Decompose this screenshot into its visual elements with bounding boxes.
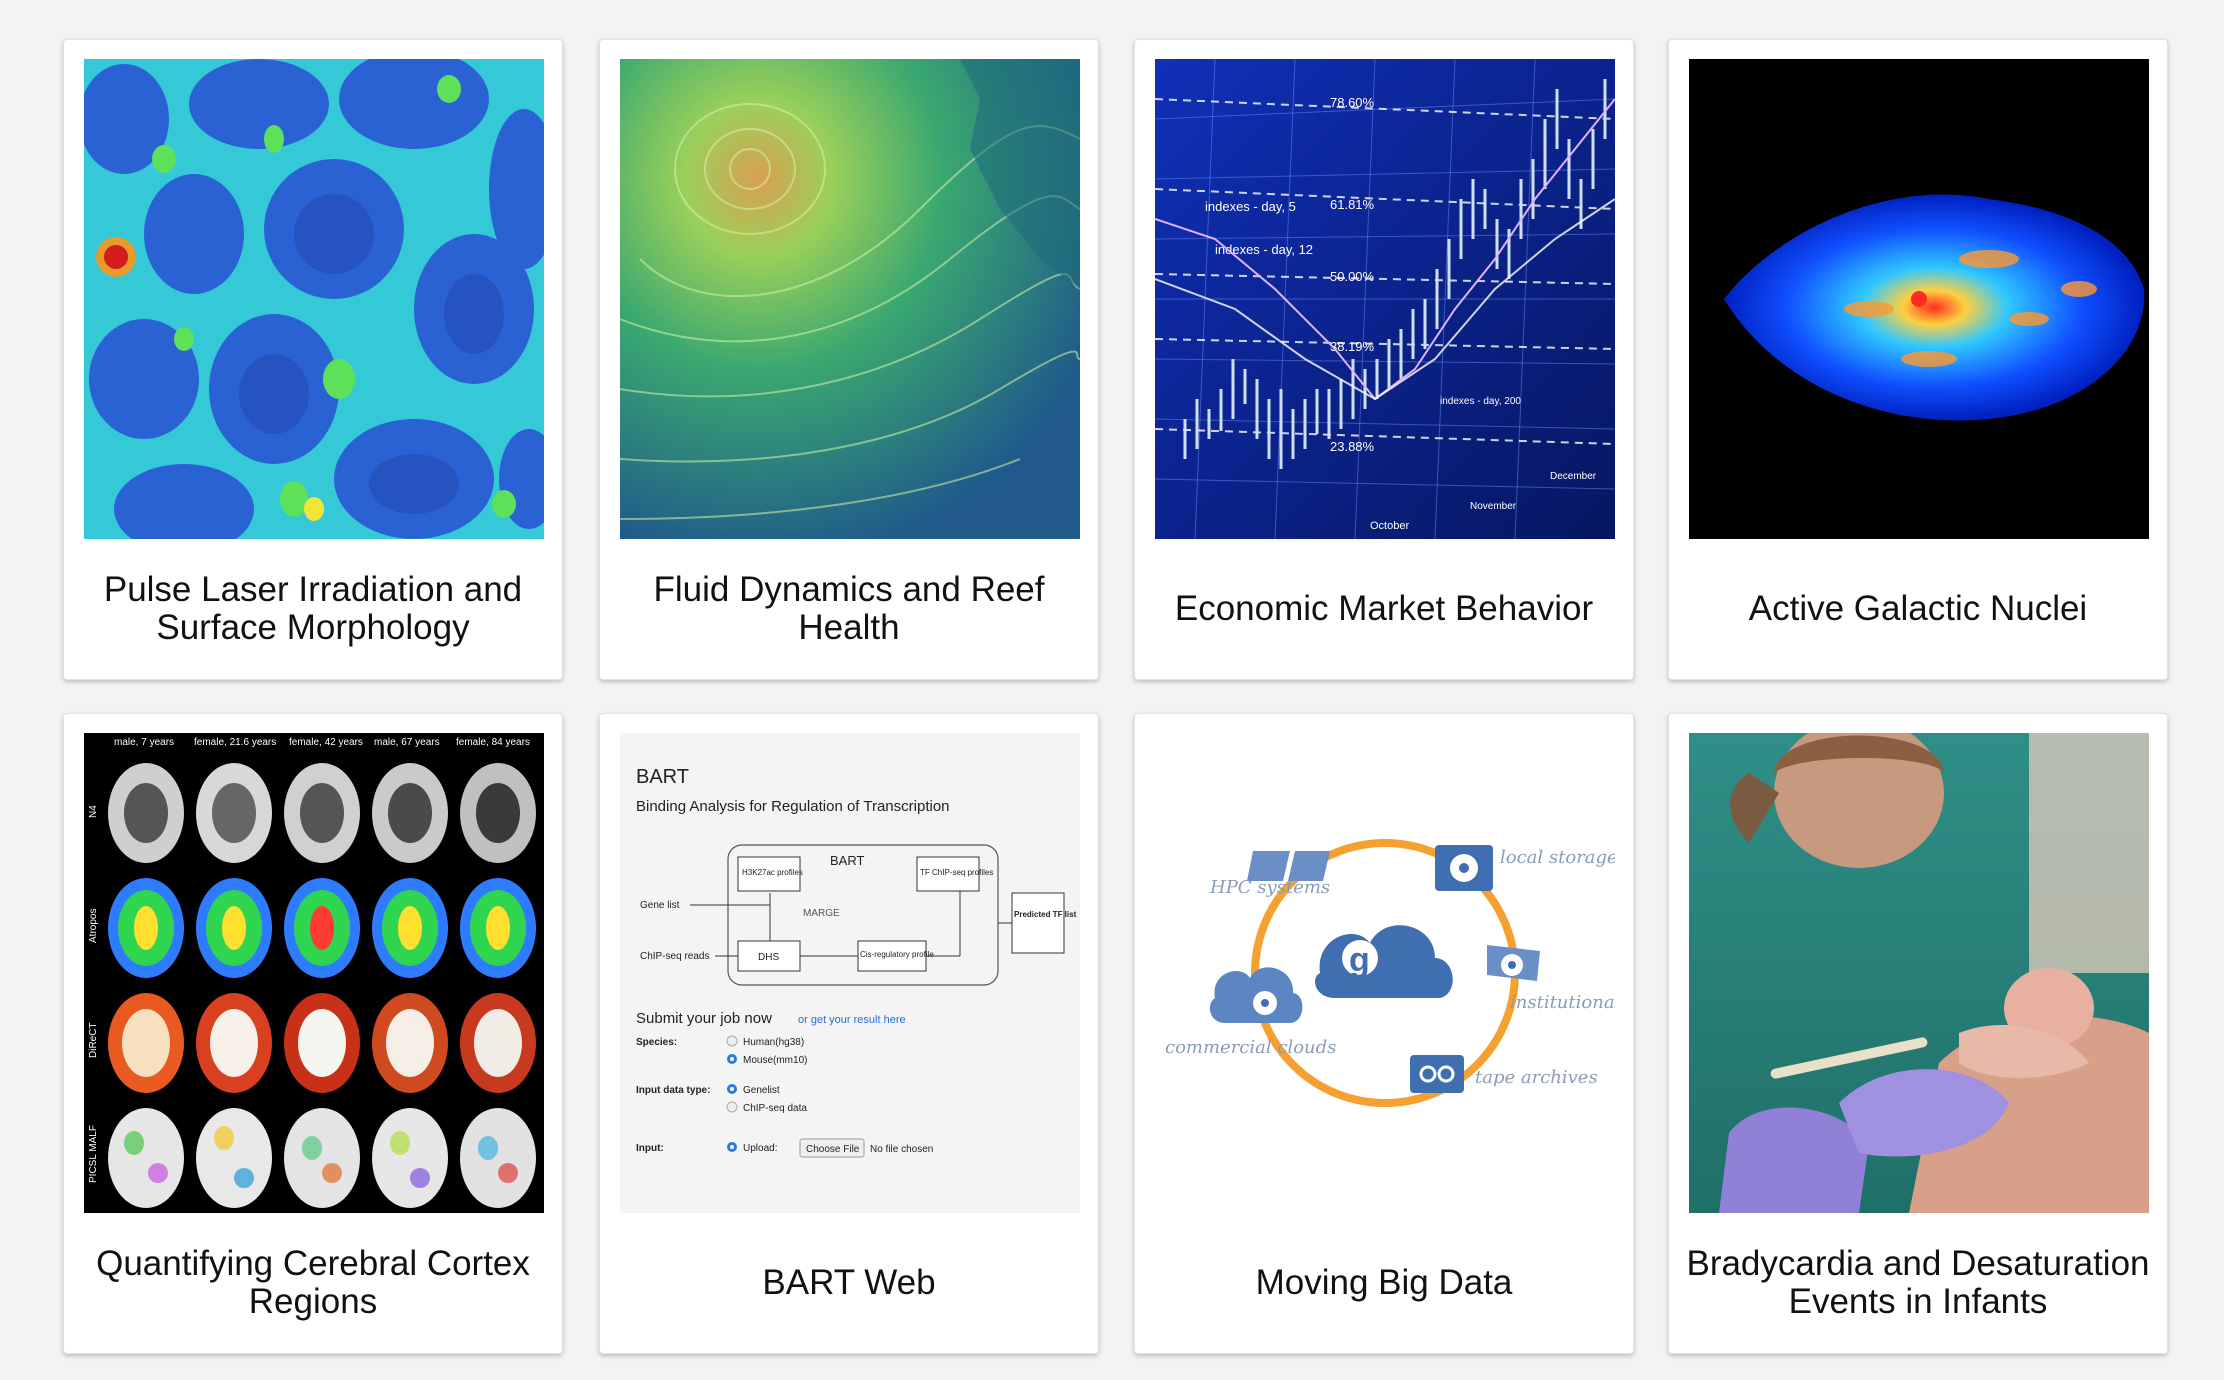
card-title: Economic Market Behavior xyxy=(1174,589,1594,628)
fib-label: 61.81% xyxy=(1330,197,1375,212)
project-card-moving-big-data[interactable]: g HPC systems local storage institutiona… xyxy=(1134,713,1634,1354)
bart-screenshot-image: BART Binding Analysis for Regulation of … xyxy=(620,733,1080,1213)
bart-subtitle: Binding Analysis for Regulation of Trans… xyxy=(636,798,950,815)
tape-label: tape archives xyxy=(1475,1067,1598,1088)
diagram-node: TF ChIP-seq profiles xyxy=(920,868,993,877)
project-grid: Pulse Laser Irradiation and Surface Morp… xyxy=(0,0,2224,1380)
diagram-node: H3K27ac profiles xyxy=(742,868,803,877)
project-card-pulse-laser[interactable]: Pulse Laser Irradiation and Surface Morp… xyxy=(63,39,563,680)
axis-label: December xyxy=(1550,471,1597,482)
diagram-node: Predicted TF list xyxy=(1014,910,1077,919)
row-label: N4 xyxy=(88,805,99,818)
project-card-fluid-dynamics[interactable]: Fluid Dynamics and Reef Health xyxy=(599,39,1099,680)
series-label: indexes - day, 12 xyxy=(1215,242,1313,257)
column-label: female, 21.6 years xyxy=(194,737,276,748)
column-label: male, 67 years xyxy=(374,737,440,748)
card-title: Quantifying Cerebral Cortex Regions xyxy=(96,1244,530,1321)
globus-diagram-image: g HPC systems local storage institutiona… xyxy=(1155,733,1615,1213)
tape-archives-icon xyxy=(1410,1055,1464,1093)
diagram-title: BART xyxy=(830,853,864,868)
local-storage-icon xyxy=(1435,845,1493,891)
infant-care-photo xyxy=(1689,733,2149,1213)
row-label: PICSL MALF xyxy=(88,1125,99,1183)
stock-chart-image: 78.60% 61.81% 50.00% 38.19% 23.88% index… xyxy=(1155,59,1615,539)
fib-label: 23.88% xyxy=(1330,439,1375,454)
species-label: Species: xyxy=(636,1037,677,1048)
diagram-node: Gene list xyxy=(640,900,680,911)
globus-g-icon: g xyxy=(1349,941,1370,979)
column-label: female, 84 years xyxy=(456,737,530,748)
institutional-label: institutional storage xyxy=(1510,992,1615,1013)
input-label: Input: xyxy=(636,1143,664,1154)
series-label: indexes - day, 200 xyxy=(1440,396,1521,407)
diagram-node: DHS xyxy=(758,952,779,963)
column-label: female, 42 years xyxy=(289,737,363,748)
column-label: male, 7 years xyxy=(114,737,174,748)
project-card-bart-web[interactable]: BART Binding Analysis for Regulation of … xyxy=(599,713,1099,1354)
fib-label: 50.00% xyxy=(1330,269,1375,284)
project-card-galactic-nuclei[interactable]: Active Galactic Nuclei xyxy=(1668,39,2168,680)
project-card-cerebral-cortex[interactable]: male, 7 years female, 21.6 years female,… xyxy=(63,713,563,1354)
project-card-economic-market[interactable]: 78.60% 61.81% 50.00% 38.19% 23.88% index… xyxy=(1134,39,1634,680)
species-option[interactable]: Mouse(mm10) xyxy=(743,1055,807,1066)
input-data-option[interactable]: ChIP-seq data xyxy=(743,1103,807,1114)
commercial-label: commercial clouds xyxy=(1165,1037,1336,1058)
galaxy-simulation-image xyxy=(1689,59,2149,539)
input-data-option[interactable]: Genelist xyxy=(743,1085,780,1096)
institutional-storage-icon xyxy=(1487,945,1540,981)
input-data-label: Input data type: xyxy=(636,1085,710,1096)
upload-label: Upload: xyxy=(743,1143,777,1154)
card-title: Moving Big Data xyxy=(1255,1263,1513,1302)
card-title: Fluid Dynamics and Reef Health xyxy=(653,570,1045,647)
diagram-node: MARGE xyxy=(803,908,840,919)
project-card-bradycardia[interactable]: Bradycardia and Desaturation Events in I… xyxy=(1668,713,2168,1354)
submit-heading: Submit your job now xyxy=(636,1010,772,1027)
axis-label: October xyxy=(1370,520,1409,532)
species-option[interactable]: Human(hg38) xyxy=(743,1037,804,1048)
file-status: No file chosen xyxy=(870,1144,933,1155)
hpc-label: HPC systems xyxy=(1209,877,1330,898)
bart-title: BART xyxy=(636,766,689,788)
card-title: BART Web xyxy=(762,1263,936,1302)
card-title: Active Galactic Nuclei xyxy=(1748,589,2088,628)
choose-file-button[interactable]: Choose File xyxy=(806,1144,860,1155)
surface-morphology-image xyxy=(84,59,544,539)
fib-label: 78.60% xyxy=(1330,95,1375,110)
local-label: local storage xyxy=(1500,847,1615,868)
card-title: Bradycardia and Desaturation Events in I… xyxy=(1686,1244,2150,1321)
result-link[interactable]: or get your result here xyxy=(798,1014,906,1026)
diagram-node: ChIP-seq reads xyxy=(640,951,709,962)
wind-flow-image xyxy=(620,59,1080,539)
card-title: Pulse Laser Irradiation and Surface Morp… xyxy=(103,570,523,647)
axis-label: November xyxy=(1470,501,1517,512)
row-label: DiReCT xyxy=(88,1022,99,1058)
brain-mri-image: male, 7 years female, 21.6 years female,… xyxy=(84,733,544,1213)
series-label: indexes - day, 5 xyxy=(1205,199,1296,214)
row-label: Atropos xyxy=(88,909,99,943)
diagram-node: Cis-regulatory profile xyxy=(860,950,934,959)
